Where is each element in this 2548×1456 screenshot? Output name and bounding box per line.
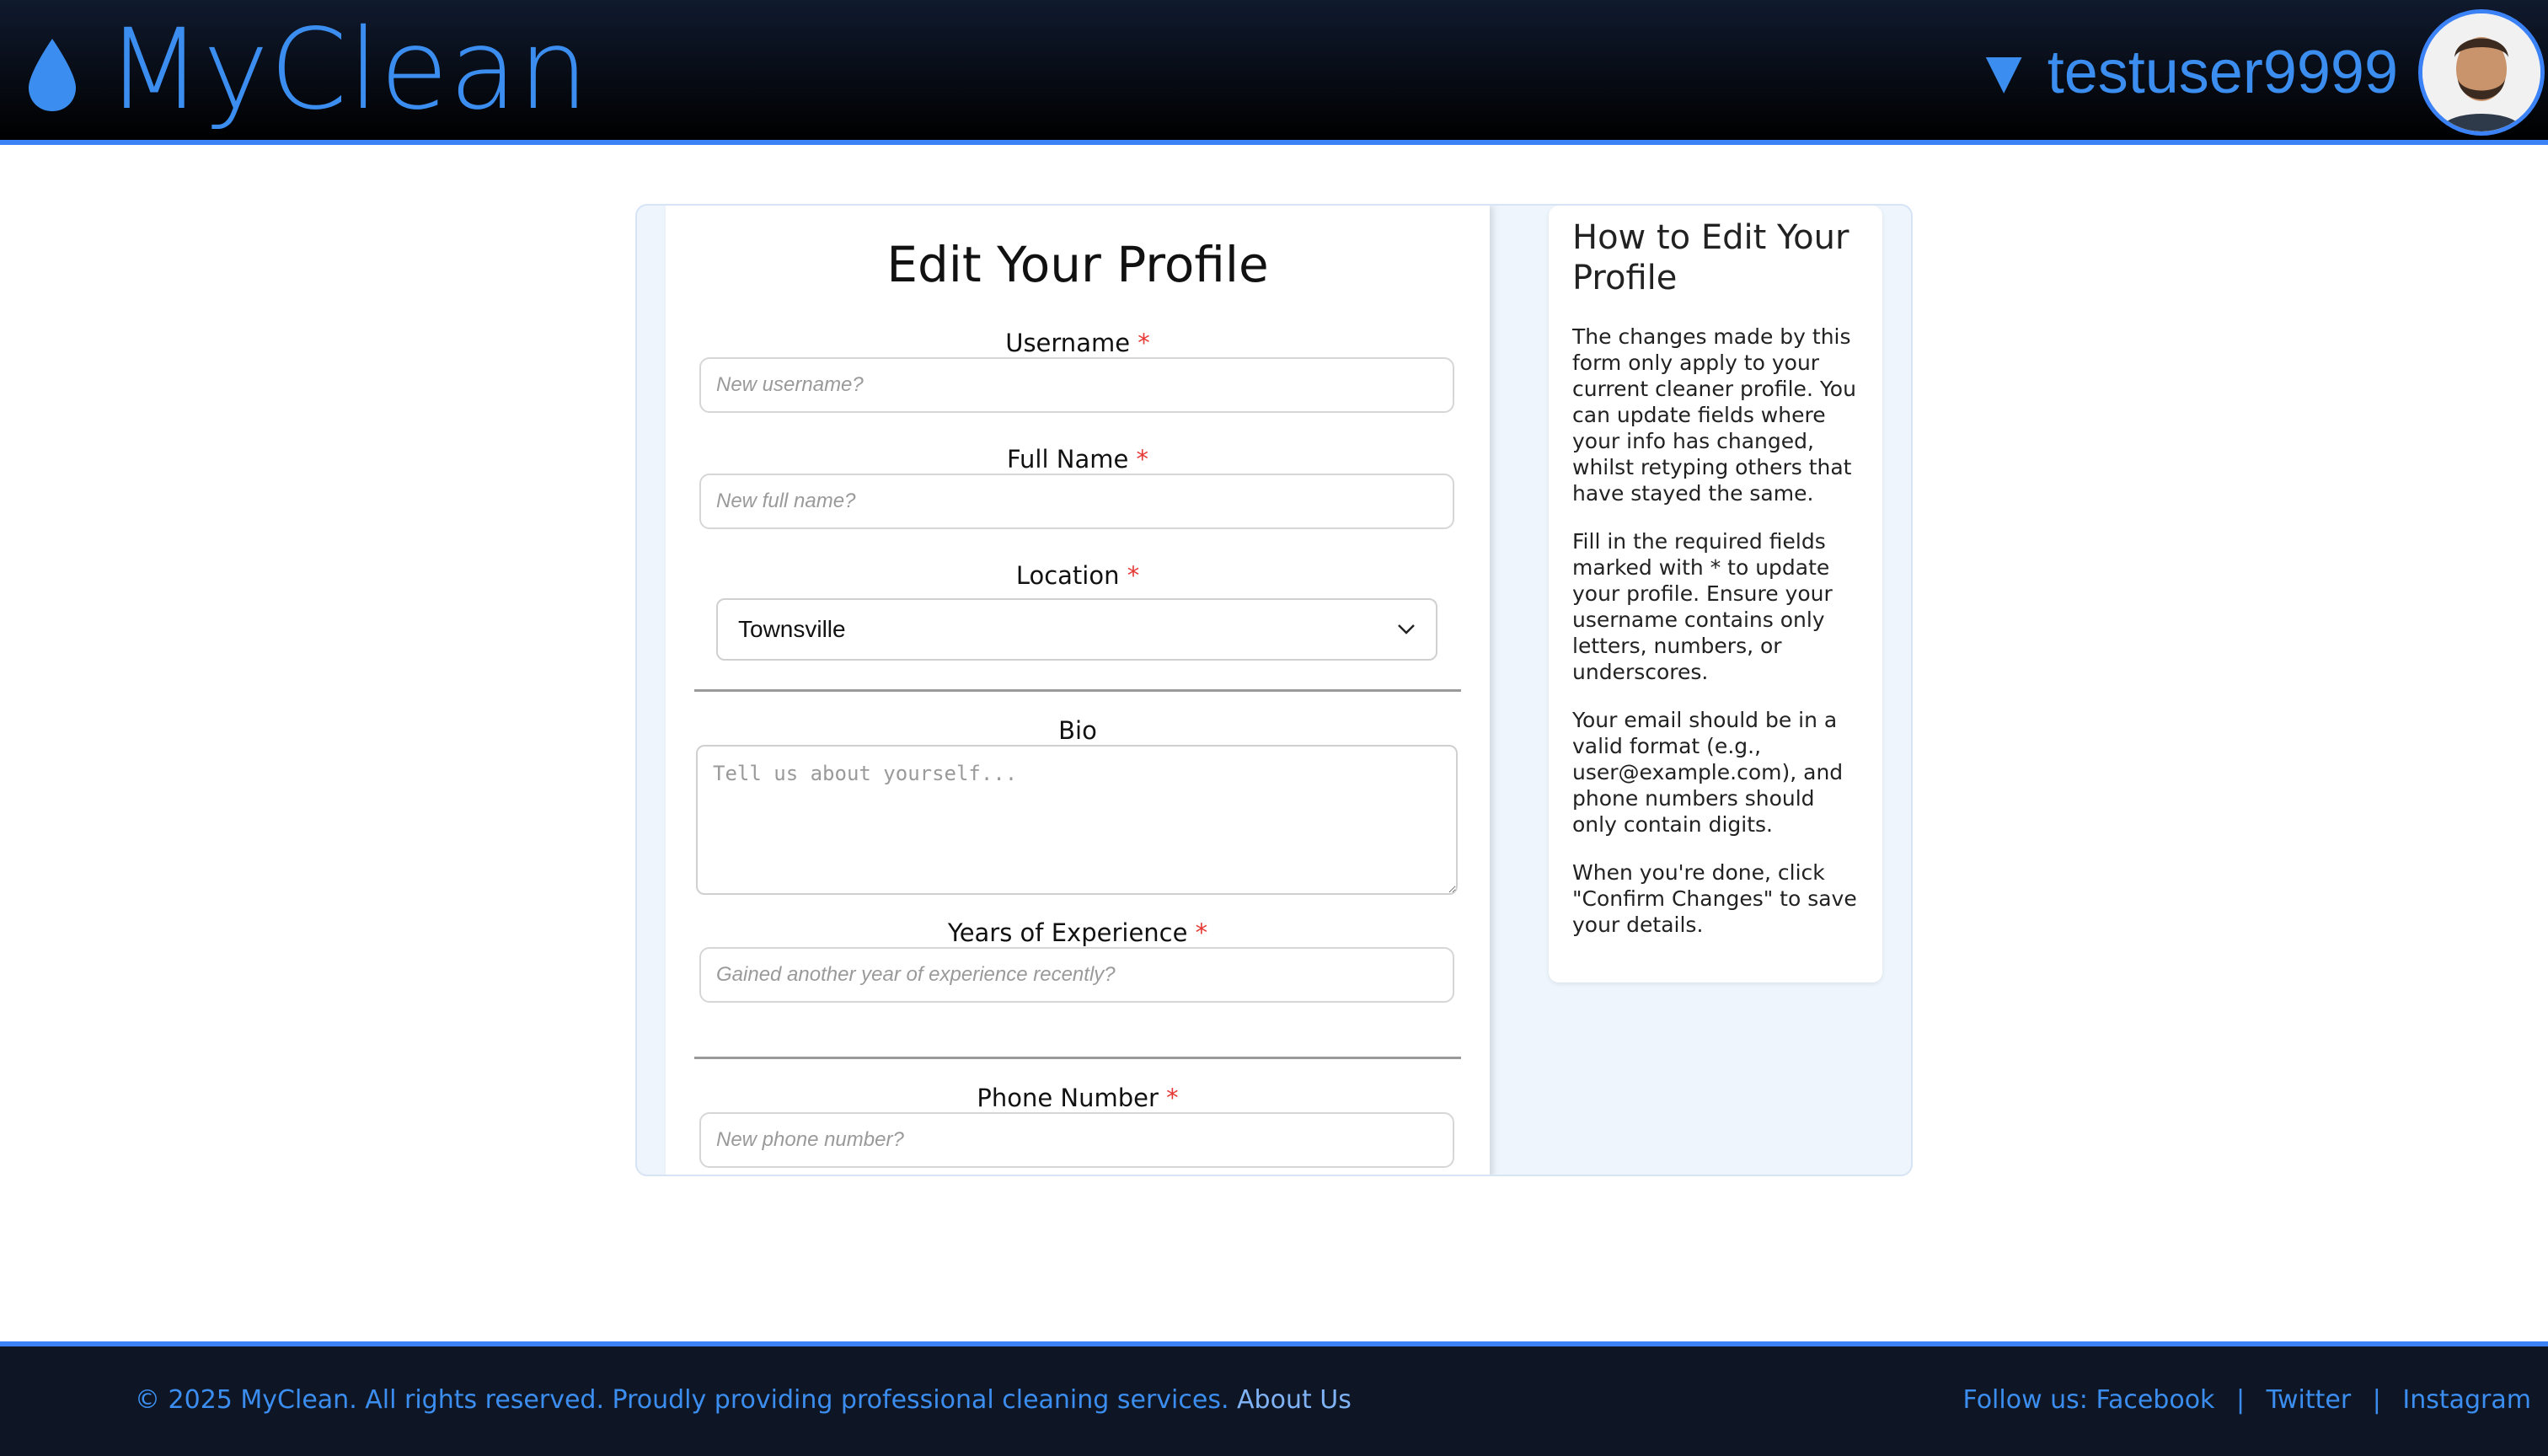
- user-avatar[interactable]: [2418, 9, 2545, 136]
- social-links: Follow us: Facebook | Twitter | Instagra…: [1963, 1385, 2531, 1415]
- username-label-text: Username: [1005, 329, 1131, 357]
- footer-left: © 2025 MyClean. All rights reserved. Pro…: [135, 1385, 1352, 1415]
- facebook-link[interactable]: Facebook: [2096, 1385, 2214, 1415]
- location-label-text: Location: [1015, 561, 1120, 590]
- edit-profile-form: Edit Your Profile Username * Full Name *…: [666, 206, 1490, 1175]
- phone-label-text: Phone Number: [977, 1084, 1159, 1112]
- chevron-down-icon: [1398, 624, 1415, 634]
- user-menu[interactable]: ▼ testuser9999: [1986, 0, 2548, 145]
- username-input[interactable]: [699, 357, 1454, 413]
- required-mark: *: [1127, 561, 1140, 590]
- bio-label-text: Bio: [1058, 716, 1097, 745]
- form-title: Edit Your Profile: [886, 236, 1269, 293]
- help-paragraph: Your email should be in a valid format (…: [1572, 708, 1844, 837]
- profile-card: Edit Your Profile Username * Full Name *…: [635, 204, 1913, 1176]
- location-select[interactable]: Townsville: [716, 598, 1437, 661]
- bio-label: Bio: [666, 716, 1490, 745]
- copyright-text: © 2025 MyClean. All rights reserved. Pro…: [135, 1385, 1229, 1415]
- page-footer: © 2025 MyClean. All rights reserved. Pro…: [0, 1341, 2548, 1456]
- required-mark: *: [1136, 445, 1149, 474]
- phone-input[interactable]: [699, 1112, 1454, 1168]
- help-paragraph: The changes made by this form only apply…: [1572, 324, 1856, 506]
- full-name-label-text: Full Name: [1006, 445, 1129, 474]
- location-label: Location *: [666, 561, 1490, 590]
- section-divider: [694, 689, 1461, 692]
- link-separator: |: [2235, 1385, 2246, 1415]
- brand-name: MyClean: [106, 5, 590, 135]
- help-paragraph: Fill in the required fields marked with …: [1572, 529, 1833, 684]
- about-us-link[interactable]: About Us: [1237, 1385, 1352, 1415]
- brand-logo[interactable]: MyClean: [25, 7, 590, 133]
- link-separator: |: [2372, 1385, 2381, 1415]
- required-mark: *: [1166, 1084, 1179, 1112]
- full-name-label: Full Name *: [666, 445, 1490, 474]
- user-name[interactable]: testuser9999: [2048, 38, 2398, 107]
- bio-textarea[interactable]: [696, 745, 1458, 895]
- help-paragraph: When you're done, click "Confirm Changes…: [1572, 860, 1857, 937]
- caret-down-icon[interactable]: ▼: [1986, 49, 2022, 96]
- section-divider: [694, 1057, 1461, 1059]
- location-selected-value: Townsville: [738, 616, 846, 642]
- instagram-link[interactable]: Instagram: [2402, 1385, 2531, 1415]
- phone-label: Phone Number *: [666, 1084, 1490, 1112]
- twitter-link[interactable]: Twitter: [2267, 1385, 2352, 1415]
- water-drop-icon: [29, 39, 76, 111]
- required-mark: *: [1138, 329, 1150, 357]
- help-panel: How to Edit Your Profile The changes mad…: [1549, 206, 1882, 982]
- username-label: Username *: [666, 329, 1490, 357]
- follow-us-label: Follow us:: [1962, 1385, 2088, 1415]
- full-name-input[interactable]: [699, 474, 1454, 529]
- required-mark: *: [1195, 918, 1208, 947]
- experience-label-text: Years of Experience: [947, 918, 1188, 947]
- avatar-image: [2422, 13, 2540, 131]
- experience-label: Years of Experience *: [666, 918, 1490, 947]
- top-header: MyClean ▼ testuser9999: [0, 0, 2548, 145]
- help-title: How to Edit Your Profile: [1572, 218, 1849, 297]
- experience-input[interactable]: [699, 947, 1454, 1003]
